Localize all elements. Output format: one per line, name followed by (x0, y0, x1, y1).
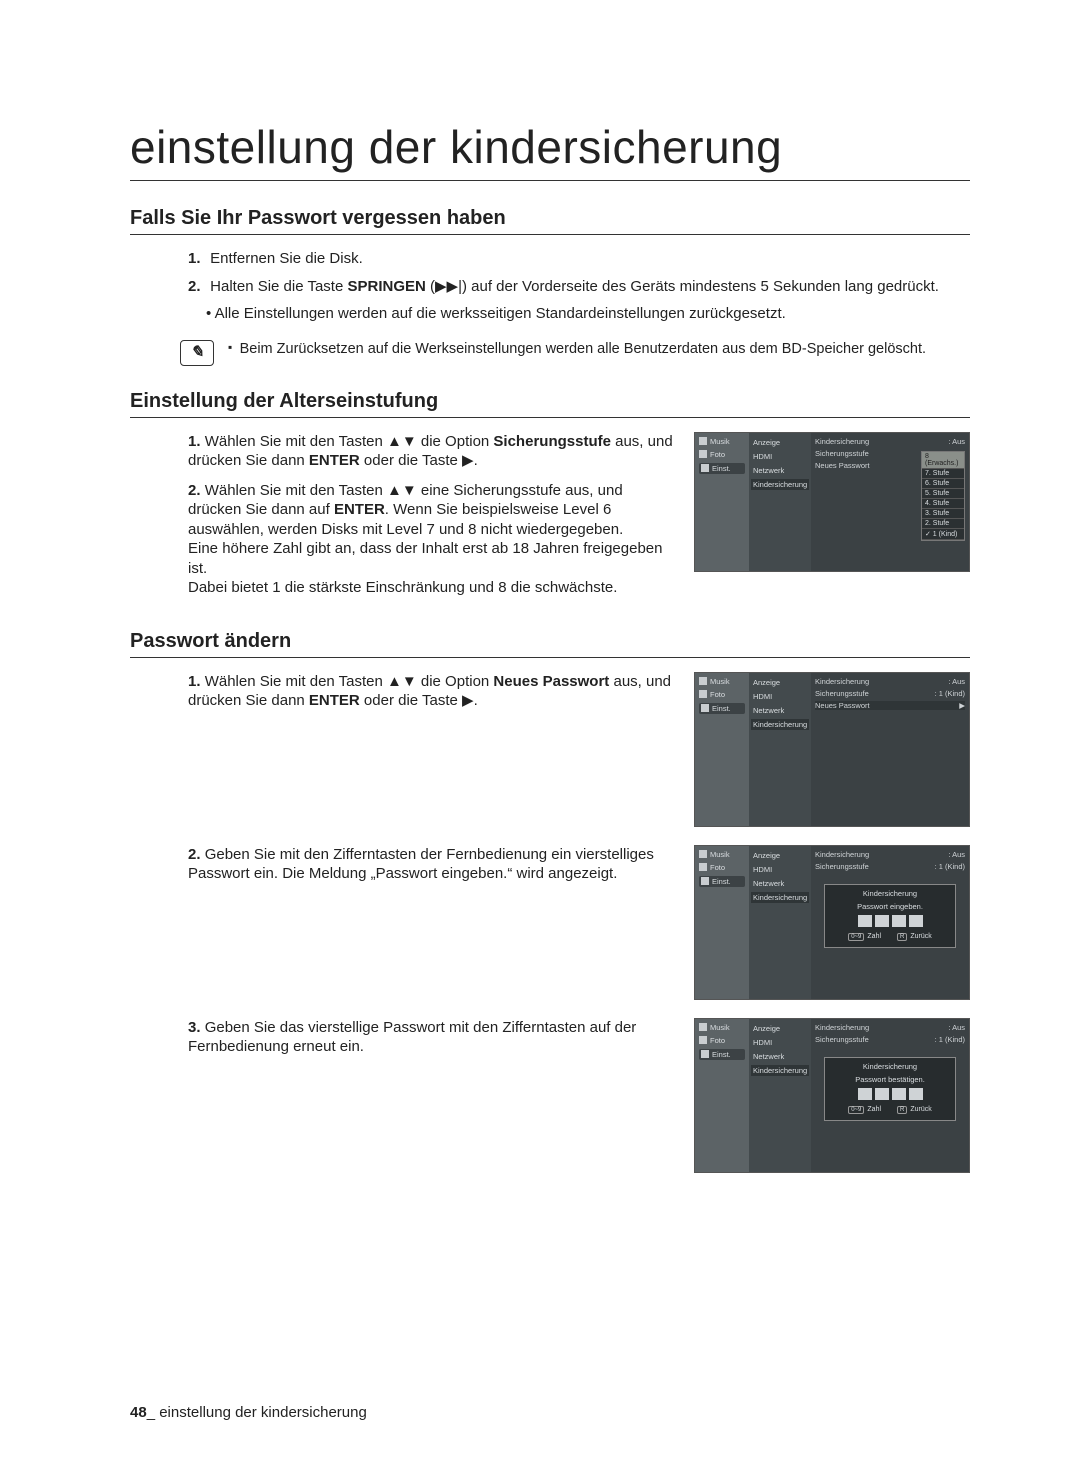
step-2: 2. Halten Sie die Taste SPRINGEN (▶▶|) a… (188, 277, 970, 324)
gear-icon (701, 704, 709, 712)
photo-icon (699, 690, 707, 698)
manual-page: einstellung der kindersicherung Falls Si… (0, 0, 1080, 1477)
music-icon (699, 677, 707, 685)
section-change-pw: Passwort ändern (130, 630, 970, 658)
photo-icon (699, 1036, 707, 1044)
gear-icon (701, 464, 709, 472)
gear-icon (701, 1050, 709, 1058)
section-rating: Einstellung der Alterseinstufung (130, 390, 970, 418)
gear-icon (701, 877, 709, 885)
pw-step1: 1. Wählen Sie mit den Tasten ▲▼ die Opti… (188, 672, 676, 827)
music-icon (699, 1023, 707, 1031)
music-icon (699, 850, 707, 858)
note-text: Beim Zurücksetzen auf die Werkseinstellu… (228, 340, 926, 360)
pw-step3: 3. Geben Sie das vierstellige Passwort m… (188, 1018, 676, 1173)
section-forgot-password: Falls Sie Ihr Passwort vergessen haben (130, 207, 970, 235)
osd-screenshot-confirmpw: Musik Foto Einst. Anzeige HDMI Netzwerk … (694, 1018, 970, 1173)
step-1: 1. Entfernen Sie die Disk. (188, 249, 970, 269)
photo-icon (699, 450, 707, 458)
pw-digit-boxes (831, 1088, 950, 1100)
note-row: ✎ Beim Zurücksetzen auf die Werkseinstel… (180, 340, 970, 366)
rating-steps: 1. Wählen Sie mit den Tasten ▲▼ die Opti… (188, 432, 676, 608)
rating-popup: 8 (Erwachs.) 7. Stufe 6. Stufe 5. Stufe … (921, 451, 965, 541)
music-icon (699, 437, 707, 445)
pw-confirm-overlay: Kindersicherung Passwort bestätigen. 0~9… (824, 1057, 957, 1121)
pw-overlay: Kindersicherung Passwort eingeben. 0~9Za… (824, 884, 957, 948)
page-footer: 48_ einstellung der kindersicherung (130, 1404, 367, 1421)
steps-forgot: 1. Entfernen Sie die Disk. 2. Halten Sie… (188, 249, 970, 324)
osd-screenshot-enterpw: Musik Foto Einst. Anzeige HDMI Netzwerk … (694, 845, 970, 1000)
bullet-reset: Alle Einstellungen werden auf die werkss… (206, 304, 970, 324)
pw-step2: 2. Geben Sie mit den Zifferntasten der F… (188, 845, 676, 1000)
note-icon: ✎ (180, 340, 214, 366)
osd-screenshot-newpw: Musik Foto Einst. Anzeige HDMI Netzwerk … (694, 672, 970, 827)
photo-icon (699, 863, 707, 871)
osd-screenshot-rating: Musik Foto Einst. Anzeige HDMI Netzwerk … (694, 432, 970, 572)
page-title: einstellung der kindersicherung (130, 120, 970, 181)
pw-digit-boxes (831, 915, 950, 927)
